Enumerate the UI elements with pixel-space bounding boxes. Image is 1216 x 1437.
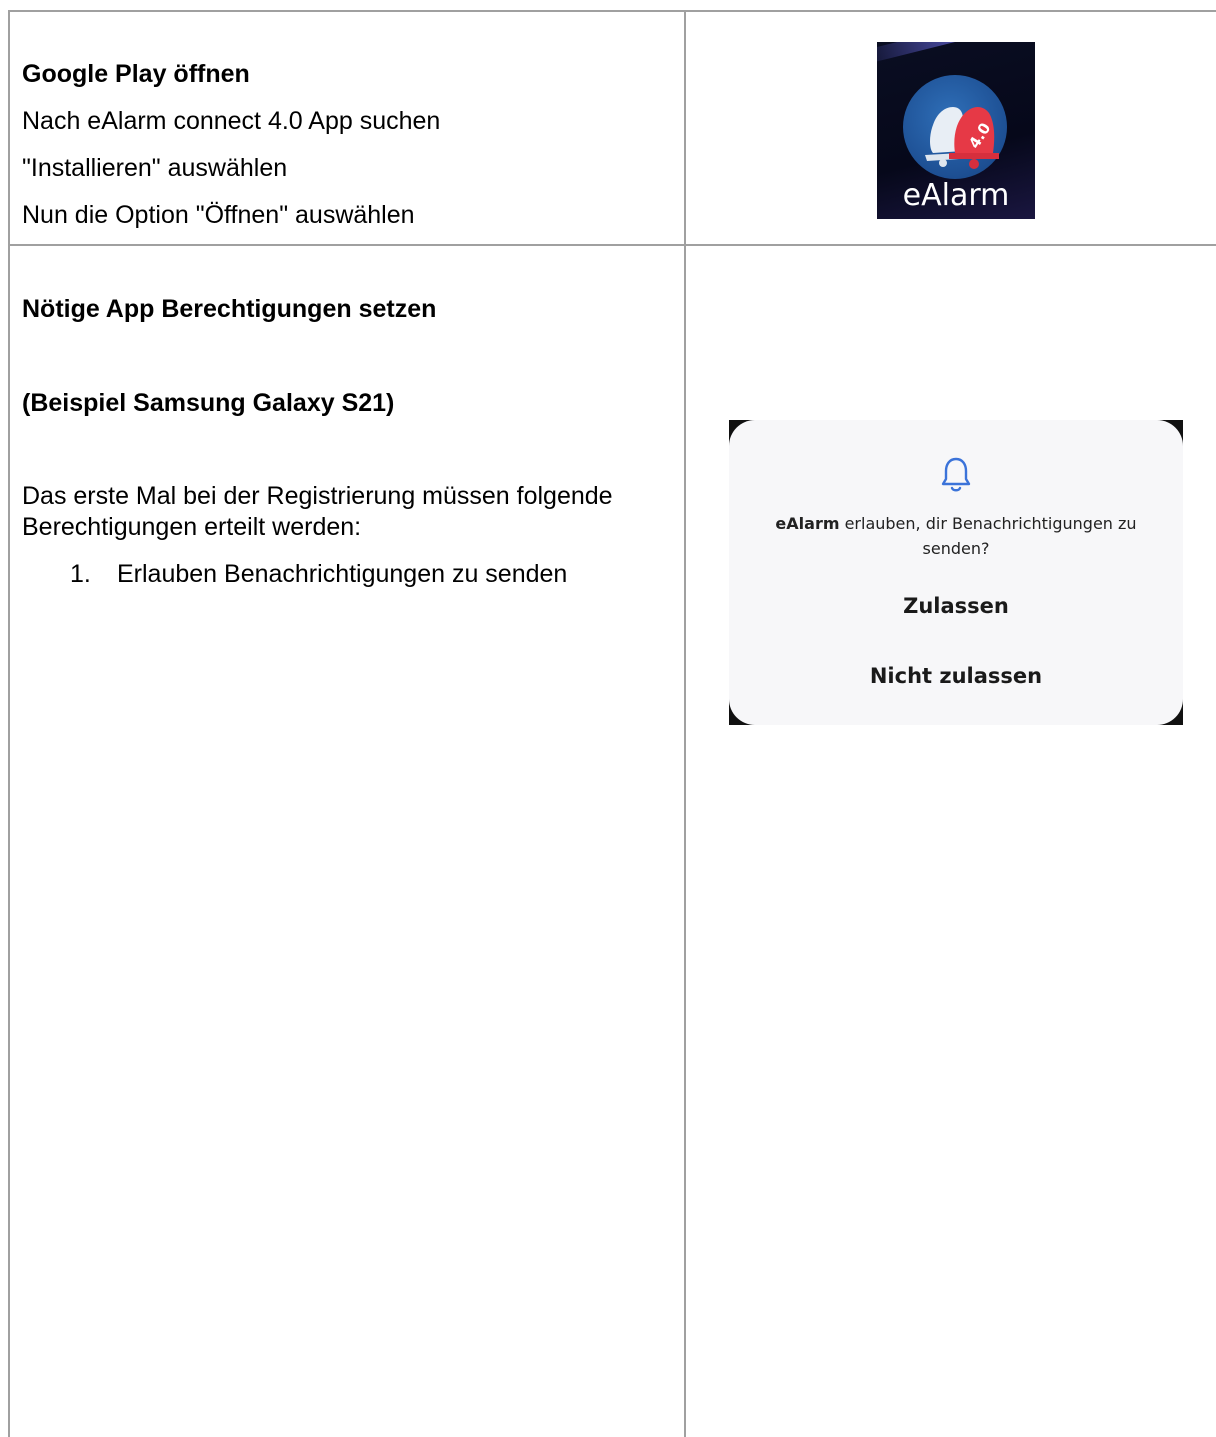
allow-button[interactable]: Zulassen [729,592,1183,620]
table-border-top [8,10,1216,12]
prompt-app-name: eAlarm [775,514,840,533]
deny-button[interactable]: Nicht zulassen [729,662,1183,690]
permission-dialog-screenshot: eAlarm erlauben, dir Benachrichtigungen … [729,420,1183,725]
table-border-left [8,10,10,1437]
step-title-google-play: Google Play öffnen [22,60,250,88]
table-column-divider [684,10,686,1437]
step-title-permissions: Nötige App Berechtigungen setzen [22,295,437,323]
permission-prompt: eAlarm erlauben, dir Benachrichtigungen … [749,511,1163,561]
instruction-line: Nun die Option "Öffnen" auswählen [22,201,415,229]
prompt-text: erlauben, dir Benachrichtigungen zu send… [839,514,1137,558]
permission-dialog: eAlarm erlauben, dir Benachrichtigungen … [729,420,1183,725]
ealarm-app-icon: 4.0 eAlarm [877,42,1035,219]
step-subtitle-device: (Beispiel Samsung Galaxy S21) [22,389,395,417]
list-item-number: 1. [70,560,91,588]
table-row-divider [8,244,1216,246]
svg-text:4.0: 4.0 [965,120,993,152]
instruction-line: "Installieren" auswählen [22,154,288,182]
instruction-line: Nach eAlarm connect 4.0 App suchen [22,107,441,135]
version-badge: 4.0 [965,120,993,152]
bell-icon [941,457,971,492]
permissions-paragraph: Das erste Mal bei der Registrierung müss… [22,482,613,541]
app-icon-label: eAlarm [902,178,1010,213]
light-streak-decoration [877,42,978,64]
list-item-text: Erlauben Benachrichtigungen zu senden [117,560,568,588]
list-item: 1. Erlauben Benachrichtigungen zu senden [70,559,567,589]
